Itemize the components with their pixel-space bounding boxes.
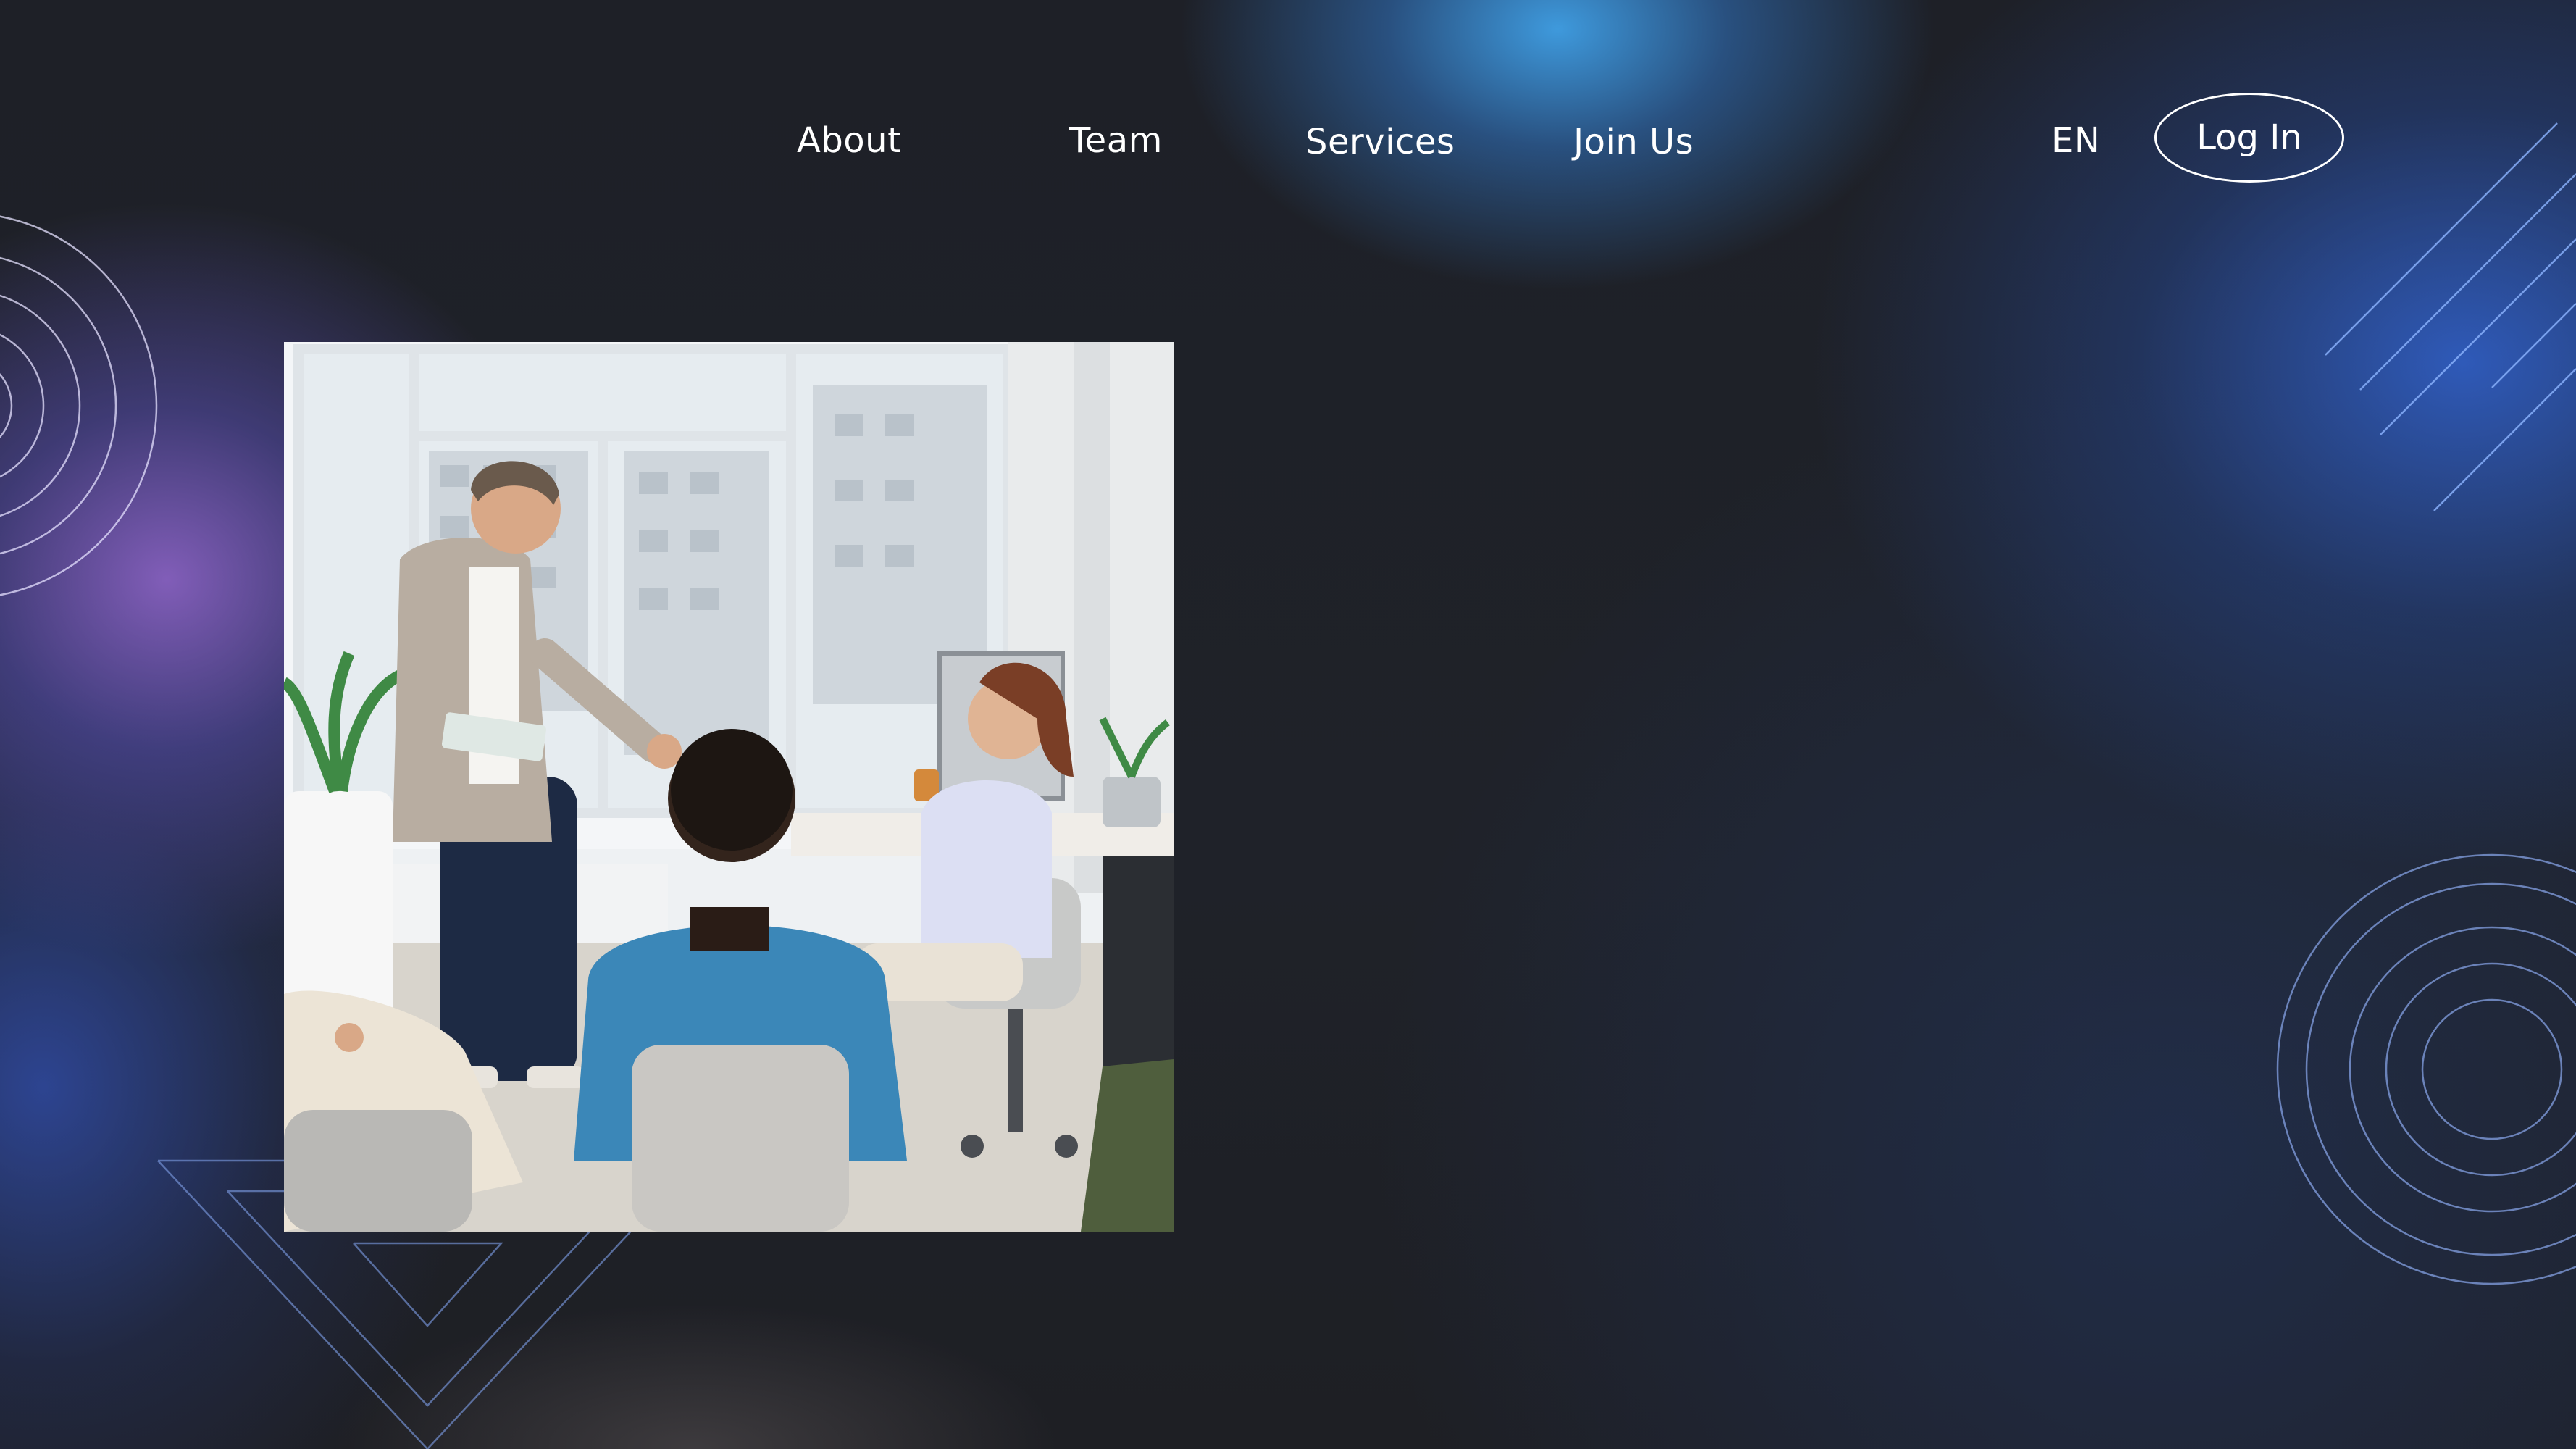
page: About Team Services Join Us EN Log In [0, 0, 2576, 1449]
diagonal-lines-icon [2325, 122, 2576, 511]
left-concentric-arcs-icon [0, 215, 158, 596]
office-meeting-photo [284, 342, 1174, 1232]
language-selector[interactable]: EN [2052, 120, 2100, 161]
nav-services-link[interactable]: Services [1305, 122, 1455, 162]
nav-team-link[interactable]: Team [1069, 120, 1163, 161]
right-concentric-arcs-icon [2276, 853, 2576, 1285]
nav-about-link[interactable]: About [797, 120, 901, 161]
nav-join-us-link[interactable]: Join Us [1573, 122, 1694, 162]
login-button[interactable]: Log In [2154, 93, 2344, 183]
